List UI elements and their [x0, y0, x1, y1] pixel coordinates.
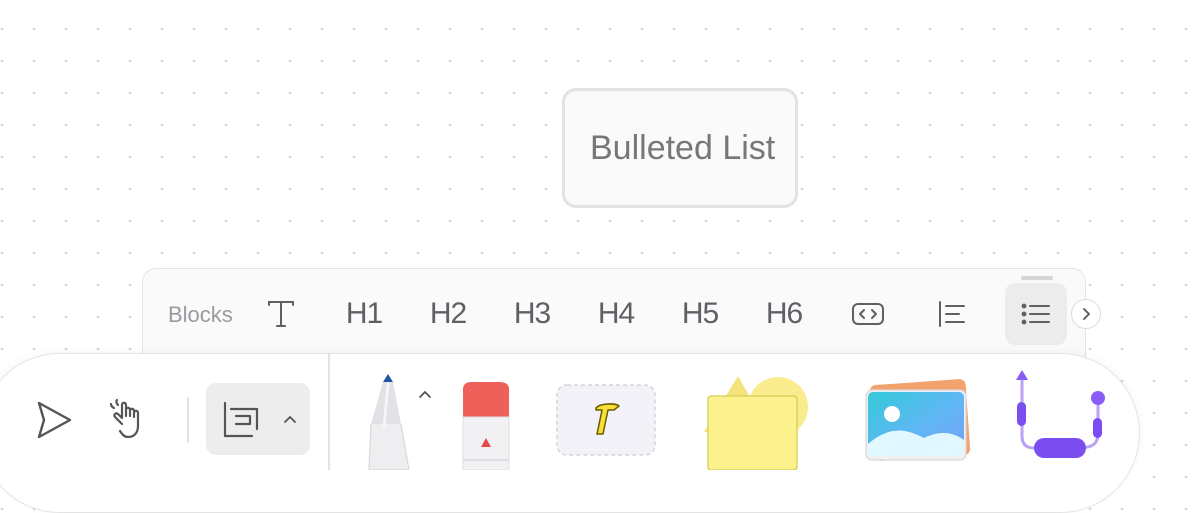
sticky-note-icon	[704, 376, 808, 471]
bulleted-list-icon	[1021, 303, 1050, 325]
text-tool-button[interactable]	[556, 384, 656, 461]
heading5-block-button[interactable]: H5	[669, 283, 731, 345]
blocks-label: Blocks	[168, 302, 233, 327]
h6-label: H6	[765, 297, 803, 330]
frame-icon	[223, 401, 259, 438]
h1-label: H1	[345, 297, 383, 330]
chevron-up-icon	[284, 416, 296, 423]
chevron-right-icon	[1083, 308, 1090, 320]
scroll-right-button[interactable]	[1071, 299, 1101, 329]
connector-tool-button[interactable]	[1008, 366, 1112, 467]
heading4-block-button[interactable]: H4	[585, 283, 647, 345]
text-icon	[268, 301, 294, 327]
heading3-block-button[interactable]: H3	[501, 283, 563, 345]
text-sticker-icon	[556, 384, 656, 456]
eraser-tool-button[interactable]	[461, 381, 511, 475]
select-tool-button[interactable]	[30, 398, 76, 449]
toolbar-divider-main	[328, 354, 330, 470]
h3-label: H3	[513, 297, 551, 330]
image-icon	[865, 379, 971, 461]
code-block-button[interactable]	[837, 283, 899, 345]
pen-icon	[368, 374, 410, 471]
bulleted-list-block-button[interactable]	[1005, 283, 1067, 345]
h2-label: H2	[429, 297, 467, 330]
frame-tool-button[interactable]	[206, 383, 310, 455]
quote-block-button[interactable]	[921, 283, 983, 345]
heading6-block-button[interactable]: H6	[753, 283, 815, 345]
panel-drag-handle[interactable]	[1021, 276, 1053, 280]
pen-tool-button[interactable]	[366, 372, 414, 475]
eraser-icon	[462, 382, 510, 471]
h4-label: H4	[597, 297, 635, 330]
note-text: Bulleted List	[590, 128, 776, 167]
sticky-note-tool-button[interactable]	[700, 374, 814, 475]
pointer-icon	[37, 401, 72, 439]
heading2-block-button[interactable]: H2	[417, 283, 479, 345]
code-icon	[852, 303, 884, 325]
hand-tool-button[interactable]	[108, 396, 156, 449]
pen-options-toggle[interactable]	[418, 386, 432, 404]
canvas-note[interactable]: Bulleted List	[562, 88, 798, 208]
text-block-button[interactable]	[250, 283, 312, 345]
heading1-block-button[interactable]: H1	[333, 283, 395, 345]
chevron-up-icon	[419, 391, 431, 398]
h5-label: H5	[681, 297, 719, 330]
image-tool-button[interactable]	[862, 378, 980, 469]
toolbar-divider	[187, 397, 189, 443]
quote-icon	[939, 301, 965, 327]
connector-icon	[1016, 370, 1105, 458]
hand-icon	[109, 398, 140, 439]
